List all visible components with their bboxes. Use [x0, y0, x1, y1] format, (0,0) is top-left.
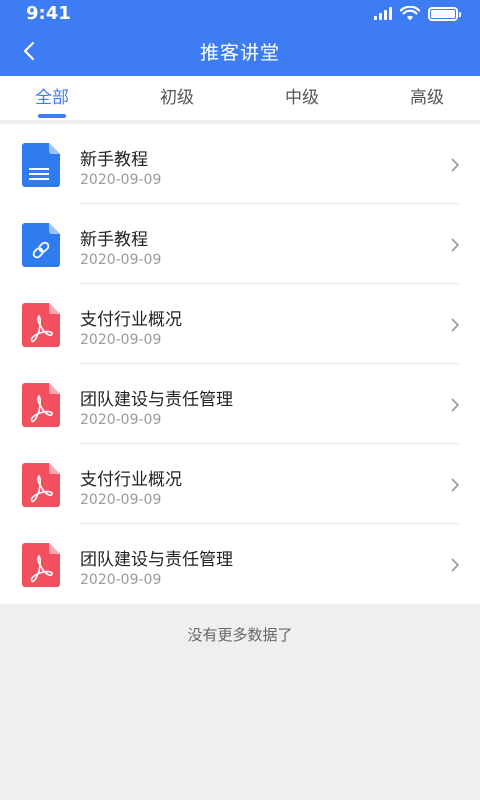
battery-icon	[428, 6, 461, 21]
pdf-icon	[22, 303, 60, 347]
signal-icon	[374, 7, 392, 20]
item-date: 2020-09-09	[80, 572, 162, 588]
item-title: 支付行业概况	[80, 310, 182, 330]
item-date: 2020-09-09	[80, 332, 162, 348]
status-bar: 9:41	[0, 0, 480, 26]
course-list: 新手教程 2020-09-09 新手教程 2020-09-09 支付行业概况 2…	[0, 124, 480, 604]
chevron-right-icon	[451, 238, 460, 252]
status-icons	[374, 6, 461, 21]
tab-advanced[interactable]: 高级	[397, 76, 457, 120]
list-item[interactable]: 支付行业概况 2020-09-09	[0, 444, 480, 524]
active-tab-indicator	[38, 114, 66, 118]
document-icon	[22, 143, 60, 187]
item-title: 团队建设与责任管理	[80, 550, 233, 570]
item-date: 2020-09-09	[80, 412, 162, 428]
chevron-right-icon	[451, 158, 460, 172]
item-title: 新手教程	[80, 150, 148, 170]
item-title: 团队建设与责任管理	[80, 390, 233, 410]
tab-bar: 全部 初级 中级 高级	[0, 76, 480, 120]
page-title: 推客讲堂	[199, 42, 280, 64]
wifi-icon	[400, 6, 420, 21]
chevron-right-icon	[451, 398, 460, 412]
item-date: 2020-09-09	[80, 492, 162, 508]
list-item[interactable]: 团队建设与责任管理 2020-09-09	[0, 364, 480, 444]
list-item[interactable]: 新手教程 2020-09-09	[0, 124, 480, 204]
chevron-right-icon	[451, 478, 460, 492]
item-title: 支付行业概况	[80, 470, 182, 490]
app-header: 9:41 推客讲堂	[0, 0, 480, 76]
chevron-right-icon	[451, 558, 460, 572]
status-time: 9:41	[26, 3, 71, 24]
item-title: 新手教程	[80, 230, 148, 250]
pdf-icon	[22, 383, 60, 427]
list-item[interactable]: 支付行业概况 2020-09-09	[0, 284, 480, 364]
no-more-data-text: 没有更多数据了	[187, 626, 293, 644]
nav-bar: 推客讲堂	[0, 26, 480, 76]
tab-intermediate[interactable]: 中级	[272, 76, 332, 120]
pdf-icon	[22, 543, 60, 587]
item-date: 2020-09-09	[80, 172, 162, 188]
pdf-icon	[22, 463, 60, 507]
chevron-right-icon	[451, 318, 460, 332]
link-document-icon	[22, 223, 60, 267]
list-item[interactable]: 新手教程 2020-09-09	[0, 204, 480, 284]
tab-beginner[interactable]: 初级	[147, 76, 207, 120]
item-date: 2020-09-09	[80, 252, 162, 268]
list-item[interactable]: 团队建设与责任管理 2020-09-09	[0, 524, 480, 604]
